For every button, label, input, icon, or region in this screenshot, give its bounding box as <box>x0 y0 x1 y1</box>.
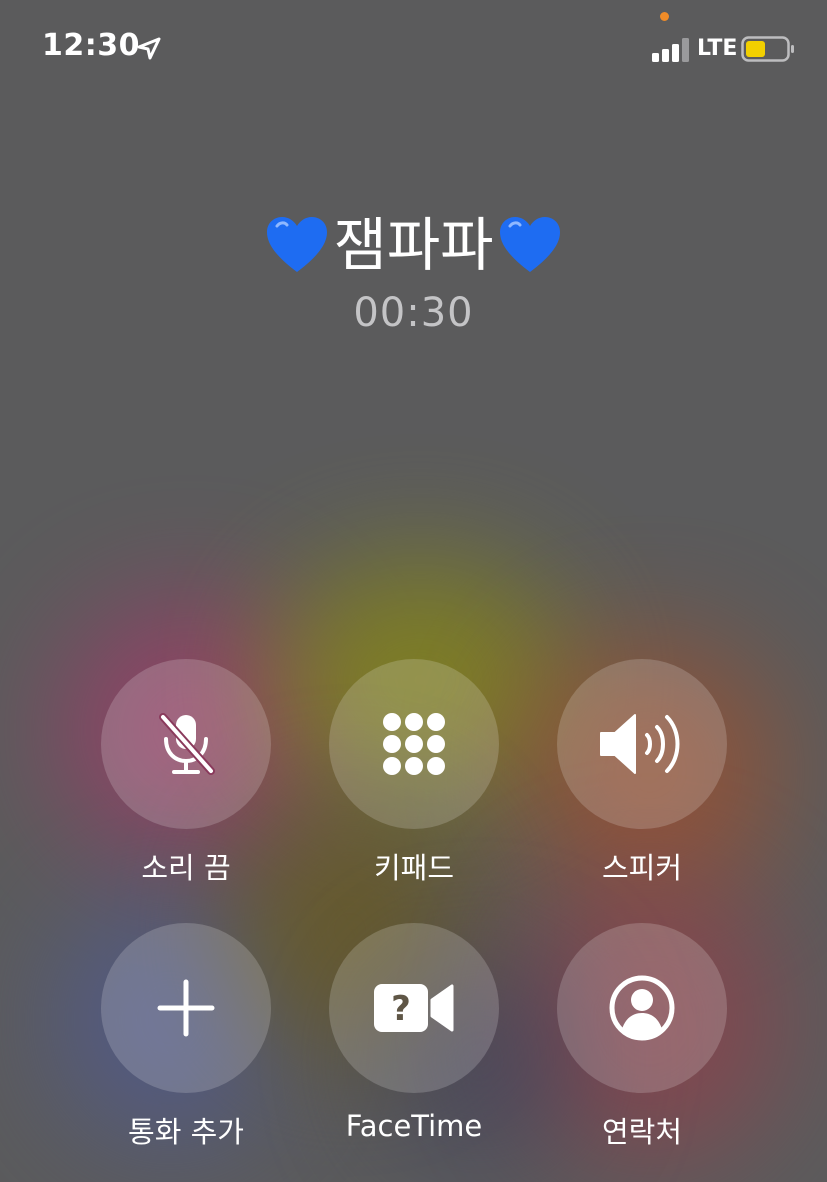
keypad-label: 키패드 <box>373 851 455 885</box>
speaker-button[interactable]: 스피커 <box>556 659 728 887</box>
add-call-label: 통화 추가 <box>128 1115 244 1149</box>
add-call-button[interactable]: 통화 추가 <box>100 923 272 1151</box>
contacts-button[interactable]: 연락처 <box>556 923 728 1151</box>
contact-icon <box>609 975 675 1041</box>
mute-button[interactable]: 소리 끔 <box>100 659 272 887</box>
svg-text:?: ? <box>391 989 411 1029</box>
mute-button-circle[interactable] <box>101 659 271 829</box>
plus-icon <box>157 979 215 1037</box>
contacts-label: 연락처 <box>601 1115 683 1149</box>
mute-label: 소리 끔 <box>141 851 231 885</box>
facetime-label: FaceTime <box>345 1109 483 1143</box>
contacts-button-circle[interactable] <box>557 923 727 1093</box>
facetime-video-icon: ? <box>374 984 454 1032</box>
mute-microphone-icon <box>159 713 215 775</box>
call-controls: 소리 끔 키패드 스피커 통화 추가 ? FaceTime 연락처 <box>0 0 827 1182</box>
speaker-button-circle[interactable] <box>557 659 727 829</box>
keypad-icon <box>383 713 445 775</box>
speaker-icon <box>600 714 680 774</box>
facetime-button-circle[interactable]: ? <box>329 923 499 1093</box>
keypad-button[interactable]: 키패드 <box>328 659 500 887</box>
speaker-label: 스피커 <box>601 851 683 885</box>
keypad-button-circle[interactable] <box>329 659 499 829</box>
facetime-button[interactable]: ? FaceTime <box>328 923 500 1143</box>
add-call-button-circle[interactable] <box>101 923 271 1093</box>
